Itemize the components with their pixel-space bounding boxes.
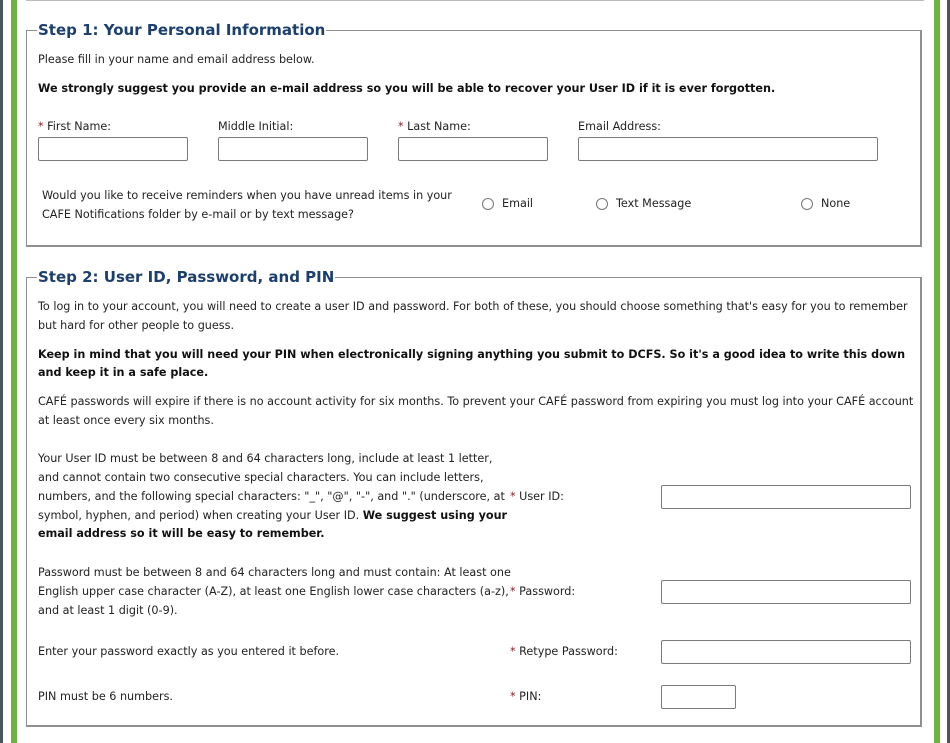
retype-password-help: Enter your password exactly as you enter… — [38, 645, 340, 658]
required-marker: * — [510, 585, 516, 598]
required-marker: * — [510, 690, 516, 703]
last-name-input[interactable] — [398, 137, 548, 161]
pin-input[interactable] — [661, 685, 736, 709]
pin-note-line1: Keep in mind that you will need your PIN… — [38, 348, 906, 361]
userid-help-line2: and cannot contain two consecutive speci… — [38, 471, 484, 484]
step1-email-suggestion: We strongly suggest you provide an e-mai… — [38, 82, 776, 95]
userid-help-line1: Your User ID must be between 8 and 64 ch… — [38, 452, 493, 465]
required-marker: * — [398, 120, 404, 133]
password-help-line1: Password must be between 8 and 64 charac… — [38, 566, 511, 579]
reminder-email-radio[interactable] — [482, 198, 494, 210]
page-border-right — [934, 0, 940, 743]
email-address-input[interactable] — [578, 137, 878, 161]
step1-intro: Please fill in your name and email addre… — [38, 53, 315, 66]
password-help-line3: and at least 1 digit (0-9). — [38, 604, 178, 617]
reminder-text-message-radio[interactable] — [596, 198, 608, 210]
step2-legend: Step 2: User ID, Password, and PIN — [38, 268, 335, 286]
step2-intro-line2: but hard for other people to guess. — [38, 319, 234, 332]
first-name-input[interactable] — [38, 137, 188, 161]
window-edge-left — [0, 0, 3, 743]
reminder-email-label[interactable]: Email — [502, 197, 533, 210]
last-name-label: * Last Name: — [398, 120, 471, 133]
password-help-line2: English upper case character (A-Z), at l… — [38, 585, 509, 598]
password-input[interactable] — [661, 580, 911, 604]
password-label: * Password: — [510, 585, 576, 598]
userid-label: * User ID: — [510, 490, 564, 503]
step1-legend: Step 1: Your Personal Information — [38, 21, 326, 39]
reminder-question-line1: Would you like to receive reminders when… — [42, 189, 452, 202]
email-address-label: Email Address: — [578, 120, 661, 133]
reminder-none-label[interactable]: None — [821, 197, 850, 210]
reminder-question-line2: CAFE Notifications folder by e-mail or b… — [42, 208, 354, 221]
password-expiry-line1: CAFÉ passwords will expire if there is n… — [38, 395, 914, 408]
required-marker: * — [38, 120, 44, 133]
userid-help-line4: symbol, hyphen, and period) when creatin… — [38, 509, 508, 522]
pin-label: * PIN: — [510, 690, 542, 703]
step2-intro-line1: To log in to your account, you will need… — [38, 300, 908, 313]
retype-password-input[interactable] — [661, 640, 911, 664]
userid-help-line3: numbers, and the following special chara… — [38, 490, 505, 503]
userid-input[interactable] — [661, 485, 911, 509]
required-marker: * — [510, 490, 516, 503]
retype-password-label: * Retype Password: — [510, 645, 618, 658]
reminder-text-message-label[interactable]: Text Message — [616, 197, 691, 210]
userid-help-line5: email address so it will be easy to reme… — [38, 527, 325, 540]
required-marker: * — [510, 645, 516, 658]
first-name-label: * First Name: — [38, 120, 112, 133]
password-expiry-line2: at least once every six months. — [38, 414, 214, 427]
reminder-none-radio[interactable] — [801, 198, 813, 210]
middle-initial-input[interactable] — [218, 137, 368, 161]
pin-note-line2: and keep it in a safe place. — [38, 366, 209, 379]
middle-initial-label: Middle Initial: — [218, 120, 294, 133]
page-border-left — [11, 0, 17, 743]
top-divider — [26, 0, 924, 1]
pin-help: PIN must be 6 numbers. — [38, 690, 173, 703]
